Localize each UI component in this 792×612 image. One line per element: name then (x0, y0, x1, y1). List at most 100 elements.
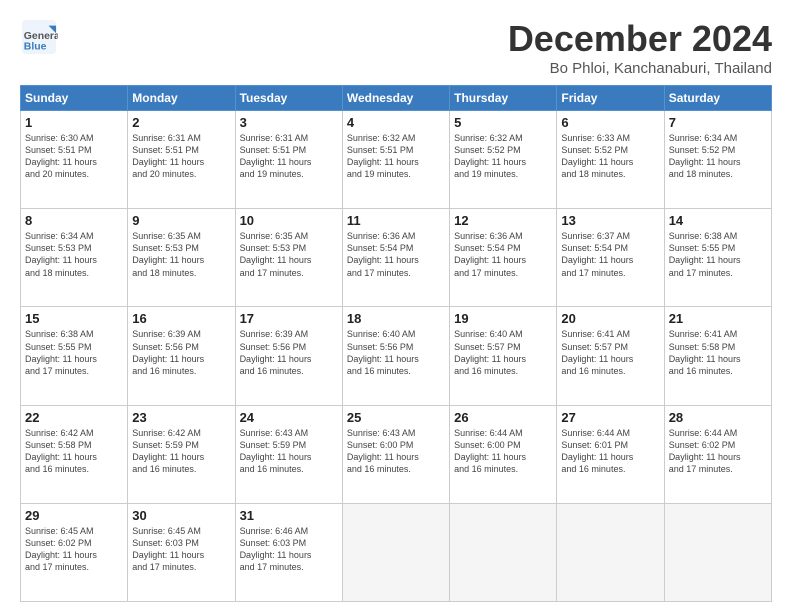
calendar-cell (342, 503, 449, 601)
day-number: 21 (669, 311, 767, 326)
calendar-cell: 20Sunrise: 6:41 AM Sunset: 5:57 PM Dayli… (557, 307, 664, 405)
calendar-cell: 16 Sunrise: 6:39 AM Sunset: 5:56 PM Dayli… (128, 307, 235, 405)
cell-info: Sunrise: 6:40 AM Sunset: 5:56 PM Dayligh… (347, 328, 445, 377)
cell-info: Sunrise: 6:35 AM Sunset: 5:53 PM Dayligh… (132, 230, 230, 279)
calendar-cell: 24 Sunrise: 6:43 AM Sunset: 5:59 PM Dayli… (235, 405, 342, 503)
calendar-week-1: 1 Sunrise: 6:30 AM Sunset: 5:51 PM Daylig… (21, 111, 772, 209)
day-number: 7 (669, 115, 767, 130)
cell-info: Sunrise: 6:31 AM Sunset: 5:51 PM Dayligh… (240, 132, 338, 181)
calendar-week-2: 8 Sunrise: 6:34 AM Sunset: 5:53 PM Daylig… (21, 209, 772, 307)
cell-info: Sunrise: 6:34 AM Sunset: 5:53 PM Dayligh… (25, 230, 123, 279)
page: General Blue December 2024 Bo Phloi, Kan… (0, 0, 792, 612)
cell-info: Sunrise: 6:39 AM Sunset: 5:56 PM Dayligh… (240, 328, 338, 377)
column-header-tuesday: Tuesday (235, 86, 342, 111)
cell-info: Sunrise: 6:40 AM Sunset: 5:57 PM Dayligh… (454, 328, 552, 377)
day-number: 24 (240, 410, 338, 425)
cell-info: Sunrise: 6:44 AM Sunset: 6:00 PM Dayligh… (454, 427, 552, 476)
day-number: 6 (561, 115, 659, 130)
column-header-friday: Friday (557, 86, 664, 111)
day-number: 23 (132, 410, 230, 425)
cell-info: Sunrise: 6:44 AM Sunset: 6:02 PM Dayligh… (669, 427, 767, 476)
calendar-cell (664, 503, 771, 601)
cell-info: Sunrise: 6:38 AM Sunset: 5:55 PM Dayligh… (669, 230, 767, 279)
day-number: 1 (25, 115, 123, 130)
cell-info: Sunrise: 6:38 AM Sunset: 5:55 PM Dayligh… (25, 328, 123, 377)
calendar-cell: 26 Sunrise: 6:44 AM Sunset: 6:00 PM Dayli… (450, 405, 557, 503)
cell-info: Sunrise: 6:45 AM Sunset: 6:02 PM Dayligh… (25, 525, 123, 574)
location: Bo Phloi, Kanchanaburi, Thailand (508, 60, 772, 77)
day-number: 15 (25, 311, 123, 326)
cell-info: Sunrise: 6:45 AM Sunset: 6:03 PM Dayligh… (132, 525, 230, 574)
title-block: December 2024 Bo Phloi, Kanchanaburi, Th… (508, 18, 772, 77)
cell-info: Sunrise: 6:36 AM Sunset: 5:54 PM Dayligh… (347, 230, 445, 279)
column-header-monday: Monday (128, 86, 235, 111)
cell-info: Sunrise: 6:43 AM Sunset: 6:00 PM Dayligh… (347, 427, 445, 476)
cell-info: Sunrise: 6:41 AM Sunset: 5:57 PM Dayligh… (561, 328, 659, 377)
calendar-cell: 15 Sunrise: 6:38 AM Sunset: 5:55 PM Dayli… (21, 307, 128, 405)
calendar-cell: 9 Sunrise: 6:35 AM Sunset: 5:53 PM Daylig… (128, 209, 235, 307)
day-number: 2 (132, 115, 230, 130)
calendar-cell: 19Sunrise: 6:40 AM Sunset: 5:57 PM Dayli… (450, 307, 557, 405)
calendar-table: SundayMondayTuesdayWednesdayThursdayFrid… (20, 85, 772, 602)
column-header-thursday: Thursday (450, 86, 557, 111)
month-title: December 2024 (508, 18, 772, 60)
calendar-cell: 17 Sunrise: 6:39 AM Sunset: 5:56 PM Dayli… (235, 307, 342, 405)
logo: General Blue (20, 18, 58, 56)
calendar-cell (450, 503, 557, 601)
day-number: 27 (561, 410, 659, 425)
calendar-cell: 3 Sunrise: 6:31 AM Sunset: 5:51 PM Daylig… (235, 111, 342, 209)
day-number: 22 (25, 410, 123, 425)
calendar-cell: 2Sunrise: 6:31 AM Sunset: 5:51 PM Daylig… (128, 111, 235, 209)
day-number: 10 (240, 213, 338, 228)
cell-info: Sunrise: 6:37 AM Sunset: 5:54 PM Dayligh… (561, 230, 659, 279)
calendar-cell: 6 Sunrise: 6:33 AM Sunset: 5:52 PM Daylig… (557, 111, 664, 209)
cell-info: Sunrise: 6:30 AM Sunset: 5:51 PM Dayligh… (25, 132, 123, 181)
calendar-header-row: SundayMondayTuesdayWednesdayThursdayFrid… (21, 86, 772, 111)
calendar-week-3: 15 Sunrise: 6:38 AM Sunset: 5:55 PM Dayli… (21, 307, 772, 405)
day-number: 8 (25, 213, 123, 228)
cell-info: Sunrise: 6:36 AM Sunset: 5:54 PM Dayligh… (454, 230, 552, 279)
cell-info: Sunrise: 6:33 AM Sunset: 5:52 PM Dayligh… (561, 132, 659, 181)
day-number: 16 (132, 311, 230, 326)
calendar-cell: 30 Sunrise: 6:45 AM Sunset: 6:03 PM Dayli… (128, 503, 235, 601)
day-number: 25 (347, 410, 445, 425)
day-number: 13 (561, 213, 659, 228)
calendar-cell: 14Sunrise: 6:38 AM Sunset: 5:55 PM Dayli… (664, 209, 771, 307)
day-number: 9 (132, 213, 230, 228)
column-header-sunday: Sunday (21, 86, 128, 111)
svg-text:General: General (24, 31, 58, 42)
day-number: 30 (132, 508, 230, 523)
calendar-cell: 11 Sunrise: 6:36 AM Sunset: 5:54 PM Dayli… (342, 209, 449, 307)
cell-info: Sunrise: 6:43 AM Sunset: 5:59 PM Dayligh… (240, 427, 338, 476)
calendar-cell: 18 Sunrise: 6:40 AM Sunset: 5:56 PM Dayli… (342, 307, 449, 405)
calendar-cell: 27Sunrise: 6:44 AM Sunset: 6:01 PM Dayli… (557, 405, 664, 503)
day-number: 5 (454, 115, 552, 130)
calendar-cell: 4Sunrise: 6:32 AM Sunset: 5:51 PM Daylig… (342, 111, 449, 209)
calendar-cell: 1 Sunrise: 6:30 AM Sunset: 5:51 PM Daylig… (21, 111, 128, 209)
calendar-cell (557, 503, 664, 601)
cell-info: Sunrise: 6:32 AM Sunset: 5:51 PM Dayligh… (347, 132, 445, 181)
day-number: 3 (240, 115, 338, 130)
day-number: 26 (454, 410, 552, 425)
cell-info: Sunrise: 6:42 AM Sunset: 5:59 PM Dayligh… (132, 427, 230, 476)
svg-text:Blue: Blue (24, 41, 47, 52)
calendar-cell: 29 Sunrise: 6:45 AM Sunset: 6:02 PM Dayli… (21, 503, 128, 601)
calendar-week-4: 22 Sunrise: 6:42 AM Sunset: 5:58 PM Dayli… (21, 405, 772, 503)
cell-info: Sunrise: 6:42 AM Sunset: 5:58 PM Dayligh… (25, 427, 123, 476)
calendar-cell: 7Sunrise: 6:34 AM Sunset: 5:52 PM Daylig… (664, 111, 771, 209)
day-number: 31 (240, 508, 338, 523)
day-number: 17 (240, 311, 338, 326)
cell-info: Sunrise: 6:39 AM Sunset: 5:56 PM Dayligh… (132, 328, 230, 377)
calendar-cell: 5 Sunrise: 6:32 AM Sunset: 5:52 PM Daylig… (450, 111, 557, 209)
calendar-cell: 12Sunrise: 6:36 AM Sunset: 5:54 PM Dayli… (450, 209, 557, 307)
calendar-cell: 21Sunrise: 6:41 AM Sunset: 5:58 PM Dayli… (664, 307, 771, 405)
header: General Blue December 2024 Bo Phloi, Kan… (20, 18, 772, 77)
day-number: 11 (347, 213, 445, 228)
calendar-cell: 13 Sunrise: 6:37 AM Sunset: 5:54 PM Dayli… (557, 209, 664, 307)
day-number: 18 (347, 311, 445, 326)
cell-info: Sunrise: 6:32 AM Sunset: 5:52 PM Dayligh… (454, 132, 552, 181)
calendar-cell: 25 Sunrise: 6:43 AM Sunset: 6:00 PM Dayli… (342, 405, 449, 503)
logo-icon: General Blue (20, 18, 58, 56)
calendar-week-5: 29 Sunrise: 6:45 AM Sunset: 6:02 PM Dayli… (21, 503, 772, 601)
day-number: 29 (25, 508, 123, 523)
